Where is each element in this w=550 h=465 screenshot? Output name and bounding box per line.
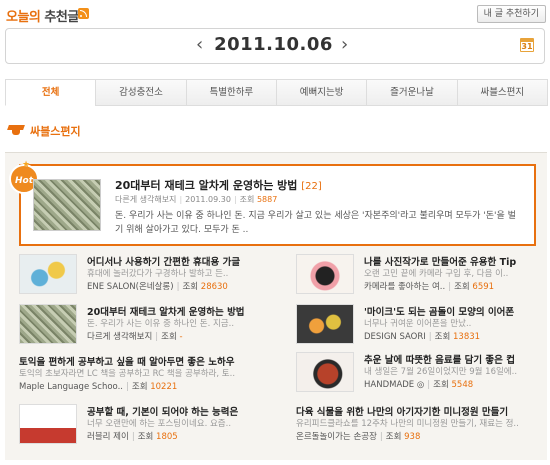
post-excerpt: 내 생일은 7월 26일이었지만 9월 16일에.. <box>364 367 518 377</box>
date-navigator: ‹ 2011.10.06 › 31 <box>5 28 545 64</box>
list-item[interactable]: 토익을 편하게 공부하고 싶을 때 알아두면 좋은 노하우 토익의 초보자라면 … <box>19 354 274 394</box>
category-tabs: 전체 감성충전소 특별한하루 예뻐지는방 즐거운나날 싸블스편지 <box>5 79 548 106</box>
post-hits-label: 조회 <box>131 382 148 392</box>
post-author[interactable]: Maple Language Schoo.. <box>19 382 123 392</box>
post-meta: 카메라를 좋아하는 여.. | 조회 6591 <box>364 282 495 292</box>
featured-meta: 다른게 생각해보지 | 2011.09.30 | 조회 5887 <box>115 195 278 204</box>
featured-hits: 5887 <box>256 195 278 204</box>
featured-post[interactable]: ★ Hot 20대부터 재테크 알차게 운영하는 방법 [22] 다른게 생각해보… <box>9 160 536 246</box>
prev-date-chevron-left-icon[interactable]: ‹ <box>196 35 203 55</box>
list-item[interactable]: 공부할 때, 기본이 되어야 하는 능력은 너무 오랜만에 하는 포스팅이네요.… <box>19 404 274 444</box>
post-hits: 28630 <box>200 282 228 292</box>
post-meta: ENE SALON(온네살롱) | 조회 28630 <box>87 282 228 292</box>
tab-letters[interactable]: 싸블스편지 <box>456 79 548 106</box>
post-title[interactable]: 20대부터 재테크 알차게 운영하는 방법 <box>87 304 277 318</box>
page-title-part1: 오늘의 <box>6 10 41 25</box>
hot-badge-label: Hot <box>14 176 34 186</box>
tab-special-day[interactable]: 특별한하루 <box>185 79 276 106</box>
post-meta: 온르돌놀이가는 손공장 | 조회 938 <box>296 432 421 442</box>
post-thumbnail[interactable] <box>296 352 354 392</box>
star-icon: ★ <box>22 160 31 170</box>
post-hits-label: 조회 <box>434 332 451 342</box>
post-meta: 다르게 생각해보지 | 조회 - <box>87 332 183 342</box>
featured-date: 2011.09.30 <box>185 195 231 204</box>
post-excerpt: 돈. 우리가 사는 이유 중 하나인 돈. 지금.. <box>87 319 235 329</box>
featured-title-text: 20대부터 재테크 알차게 운영하는 방법 <box>115 179 298 192</box>
post-author[interactable]: 다르게 생각해보지 <box>87 332 152 342</box>
post-hits-label: 조회 <box>182 282 199 292</box>
page-title-part2: 추천글 <box>44 10 79 25</box>
featured-excerpt[interactable]: 돈. 우리가 사는 이유 중 하나인 돈. 지금 우리가 살고 있는 세상은 '… <box>115 209 519 237</box>
recommend-my-post-button[interactable]: 내 글 추천하기 <box>476 5 546 23</box>
rss-icon[interactable] <box>78 8 89 19</box>
post-title[interactable]: 어디서나 사용하기 간편한 휴대용 가글 <box>87 254 277 268</box>
graduation-cap-icon <box>7 125 25 137</box>
post-thumbnail[interactable] <box>296 254 354 294</box>
post-hits-label: 조회 <box>454 282 470 292</box>
post-meta: 러블리 제이 | 조회 1805 <box>87 432 178 442</box>
post-hits: 938 <box>404 432 421 442</box>
list-item[interactable]: 추운 날에 따뜻한 음료를 담기 좋은 컵 내 생일은 7월 26일이었지만 9… <box>296 352 550 392</box>
post-thumbnail[interactable] <box>19 304 77 344</box>
post-hits-label: 조회 <box>433 380 449 390</box>
list-item[interactable]: 어디서나 사용하기 간편한 휴대용 가글 휴대에 놀러갔다가 구경하나 발하고 … <box>19 254 274 294</box>
post-hits: 6591 <box>472 282 495 292</box>
post-title[interactable]: 다육 식물을 위한 나만의 아기자기한 미니정원 만들기 <box>296 404 546 418</box>
section-title: 싸블스편지 <box>30 125 81 138</box>
post-meta: Maple Language Schoo.. | 조회 10221 <box>19 382 178 392</box>
tab-all[interactable]: 전체 <box>5 79 96 106</box>
tab-emotion-charge[interactable]: 감성충전소 <box>95 79 186 106</box>
post-meta: DESIGN SAORI | 조회 13831 <box>364 332 481 342</box>
post-excerpt: 유리피드클라쇼를 12주차 나만의 미니정원 만들기, 재료는 정.. <box>296 419 519 429</box>
post-title[interactable]: 공부할 때, 기본이 되어야 하는 능력은 <box>87 404 277 418</box>
page-title[interactable]: 오늘의 추천글 <box>6 6 79 25</box>
list-item[interactable]: 나를 사진작가로 만들어준 유용한 Tip 오랜 고민 끝에 카메라 구입 후,… <box>296 254 550 294</box>
tab-beauty[interactable]: 예뻐지는방 <box>275 79 367 106</box>
post-hits: 1805 <box>156 432 178 442</box>
post-thumbnail[interactable] <box>296 304 354 344</box>
post-author[interactable]: 카메라를 좋아하는 여.. <box>364 282 445 292</box>
post-thumbnail[interactable] <box>19 404 77 444</box>
post-hits-label: 조회 <box>161 332 177 342</box>
calendar-icon[interactable]: 31 <box>520 38 534 52</box>
post-hits-label: 조회 <box>137 432 154 442</box>
post-author[interactable]: ENE SALON(온네살롱) <box>87 282 174 292</box>
featured-title[interactable]: 20대부터 재테크 알차게 운영하는 방법 [22] <box>115 177 322 193</box>
post-author[interactable]: HANDMADE ◎ <box>364 380 424 390</box>
post-title[interactable]: 추운 날에 따뜻한 음료를 담기 좋은 컵 <box>364 352 550 366</box>
featured-hits-label: 조회 <box>239 195 255 204</box>
post-meta: HANDMADE ◎ | 조회 5548 <box>364 380 474 390</box>
page-header: 오늘의 추천글 내 글 추천하기 <box>6 5 546 25</box>
post-hits: 13831 <box>453 332 481 342</box>
post-author[interactable]: DESIGN SAORI <box>364 332 426 342</box>
current-date: 2011.10.06 <box>214 34 333 55</box>
list-item[interactable]: '마이크'도 되는 곰돌이 모양의 이어폰 너무나 귀여운 이어폰을 만났.. … <box>296 304 550 344</box>
next-date-chevron-right-icon[interactable]: › <box>341 35 348 55</box>
list-item[interactable]: 다육 식물을 위한 나만의 아기자기한 미니정원 만들기 유리피드클라쇼를 12… <box>296 404 550 444</box>
post-hits: 10221 <box>150 382 178 392</box>
featured-thumbnail[interactable] <box>33 179 101 231</box>
post-excerpt: 너무 오랜만에 하는 포스팅이네요. 요즘.. <box>87 419 232 429</box>
post-thumbnail[interactable] <box>19 254 77 294</box>
post-hits-label: 조회 <box>385 432 402 442</box>
post-title[interactable]: 토익을 편하게 공부하고 싶을 때 알아두면 좋은 노하우 <box>19 354 269 368</box>
post-excerpt: 토익의 초보자라면 LC 책을 공부하고 RC 책을 공부하라, 토.. <box>19 369 236 379</box>
post-title[interactable]: '마이크'도 되는 곰돌이 모양의 이어폰 <box>364 304 550 318</box>
post-title[interactable]: 나를 사진작가로 만들어준 유용한 Tip <box>364 254 550 268</box>
post-excerpt: 너무나 귀여운 이어폰을 만났.. <box>364 319 472 329</box>
list-item[interactable]: 20대부터 재테크 알차게 운영하는 방법 돈. 우리가 사는 이유 중 하나인… <box>19 304 274 344</box>
post-author[interactable]: 온르돌놀이가는 손공장 <box>296 432 377 442</box>
post-hits: - <box>179 332 183 342</box>
post-excerpt: 오랜 고민 끝에 카메라 구입 후, 다음 이.. <box>364 269 509 279</box>
post-excerpt: 휴대에 놀러갔다가 구경하나 발하고 든.. <box>87 269 229 279</box>
post-list-panel: ★ Hot 20대부터 재테크 알차게 운영하는 방법 [22] 다른게 생각해보… <box>5 152 547 460</box>
post-author[interactable]: 러블리 제이 <box>87 432 129 442</box>
featured-author[interactable]: 다른게 생각해보지 <box>115 195 176 204</box>
comment-count: [22] <box>301 181 322 192</box>
post-hits: 5548 <box>451 380 474 390</box>
tab-fun-days[interactable]: 즐거운나날 <box>366 79 457 106</box>
